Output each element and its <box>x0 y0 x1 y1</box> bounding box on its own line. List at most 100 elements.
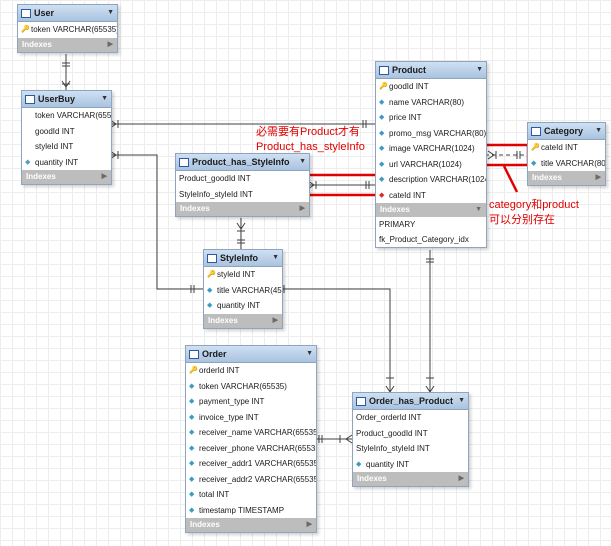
column-row: ◆ payment_type INT <box>186 394 316 410</box>
collapse-caret-icon[interactable]: ▼ <box>595 123 602 139</box>
diamond-icon: ◆ <box>379 145 385 152</box>
column-row: ◆ promo_msg VARCHAR(80) <box>376 126 486 142</box>
indexes-bar[interactable]: Indexes ▶ <box>353 472 468 486</box>
expand-arrow-icon: ▶ <box>272 316 278 324</box>
column-row: 🔑 styleId INT <box>204 267 282 283</box>
column-row: ◆ title VARCHAR(45) <box>204 283 282 299</box>
diamond-icon: ◆ <box>189 413 195 421</box>
expand-arrow-icon: ▶ <box>595 174 601 181</box>
expand-arrow-icon: ▶ <box>299 205 305 212</box>
column-row: ◆ timestamp TIMESTAMP <box>186 503 316 519</box>
table-title: Product_has_StyleInfo <box>192 157 290 167</box>
column-row: Product_goodId INT <box>179 174 251 183</box>
diamond-icon: ◆ <box>189 429 195 436</box>
column-row: StyleInfo_styleId INT <box>179 189 253 199</box>
annotation-product-has-styleinfo: 必需要有Product才有 Product_has_styleInfo <box>256 126 365 153</box>
column-row: ◆ description VARCHAR(1024) <box>376 172 486 188</box>
table-title: User <box>34 8 55 18</box>
table-icon <box>189 350 199 359</box>
indexes-bar[interactable]: Indexes ▶ <box>528 171 605 185</box>
column-row: StyleInfo_styleId INT <box>356 444 430 453</box>
diamond-icon: ◆ <box>379 129 385 137</box>
column-row: Product_goodId INT <box>356 428 428 438</box>
diamond-icon: ◆ <box>379 176 385 183</box>
diamond-icon: ◆ <box>207 286 213 294</box>
column-row: 🔑 cateId INT <box>528 140 605 156</box>
diamond-icon: ◆ <box>379 114 385 121</box>
table-order[interactable]: Order ▼ 🔑 orderId INT ◆ token VARCHAR(65535… <box>185 345 317 533</box>
table-title: UserBuy <box>38 94 76 104</box>
expand-arrow-icon: ▶ <box>306 521 312 528</box>
table-styleinfo[interactable]: StyleInfo ▼ 🔑 styleId INT ◆ title VARCHAR(4… <box>203 249 283 329</box>
indexes-bar[interactable]: Indexes ▶ <box>22 170 111 184</box>
diamond-icon: ◆ <box>207 302 213 309</box>
column-row: ◆ image VARCHAR(1024) <box>376 141 486 157</box>
column-row: ◆ quantity INT <box>22 155 111 171</box>
column-row: goodId INT <box>35 126 75 136</box>
index-row: fk_Product_Category_idx <box>379 235 469 244</box>
column-row: 🔑 token VARCHAR(65535) <box>18 22 117 38</box>
table-title: Category <box>544 126 584 136</box>
collapse-caret-icon[interactable]: ▼ <box>306 346 313 362</box>
diamond-icon: ◆ <box>356 460 362 468</box>
column-row: ◆ total INT <box>186 487 316 503</box>
diamond-icon: ◆ <box>379 98 385 106</box>
column-row: ◆ invoice_type INT <box>186 410 316 426</box>
table-userbuy[interactable]: UserBuy ▼ token VARCHAR(65535) goodId INT… <box>21 90 112 185</box>
diamond-icon: ◆ <box>25 158 31 166</box>
column-row: ◆ receiver_phone VARCHAR(65535) <box>186 441 316 457</box>
column-row: 🔑 orderId INT <box>186 363 316 379</box>
table-category[interactable]: Category ▼ 🔑 cateId INT ◆ title VARCHAR(80)… <box>527 122 606 186</box>
key-icon: 🔑 <box>207 271 216 278</box>
key-icon: 🔑 <box>21 26 30 33</box>
table-title: Order_has_Product <box>369 396 454 406</box>
collapse-caret-icon[interactable]: ▼ <box>299 154 306 170</box>
table-title: Order <box>202 349 227 359</box>
table-product[interactable]: Product ▼ 🔑 goodId INT ◆ name VARCHAR(80) ◆… <box>375 61 487 248</box>
fk-icon: ◆ <box>379 191 385 199</box>
table-title: StyleInfo <box>220 253 259 263</box>
collapse-caret-icon[interactable]: ▼ <box>107 5 114 21</box>
collapse-arrow-icon: ▼ <box>475 206 482 213</box>
indexes-bar[interactable]: Indexes ▶ <box>176 202 309 216</box>
table-icon <box>356 397 366 406</box>
collapse-caret-icon[interactable]: ▼ <box>101 91 108 107</box>
column-row: ◆ name VARCHAR(80) <box>376 95 486 111</box>
key-icon: 🔑 <box>189 367 198 374</box>
column-row: ◆ receiver_addr1 VARCHAR(65535) <box>186 456 316 472</box>
collapse-caret-icon[interactable]: ▼ <box>476 62 483 78</box>
column-row: Order_orderId INT <box>356 413 422 422</box>
collapse-caret-icon[interactable]: ▼ <box>272 250 279 266</box>
expand-arrow-icon: ▶ <box>458 475 464 482</box>
diamond-icon: ◆ <box>189 491 195 498</box>
table-order-has-product[interactable]: Order_has_Product ▼ Order_orderId INT Pro… <box>352 392 469 487</box>
diamond-icon: ◆ <box>379 160 385 168</box>
diamond-icon: ◆ <box>189 444 195 452</box>
expand-arrow-icon: ▶ <box>101 173 107 180</box>
table-product-has-styleinfo[interactable]: Product_has_StyleInfo ▼ Product_goodId IN… <box>175 153 310 217</box>
table-title: Product <box>392 65 427 75</box>
table-icon <box>531 127 541 136</box>
collapse-caret-icon[interactable]: ▼ <box>458 393 465 409</box>
column-row: ◆ token VARCHAR(65535) <box>186 379 316 395</box>
annotation-category-product: category和product 可以分别存在 <box>489 199 579 226</box>
indexes-bar[interactable]: Indexes ▼ <box>376 203 486 217</box>
diamond-icon: ◆ <box>189 506 195 514</box>
indexes-bar[interactable]: Indexes ▶ <box>18 37 117 52</box>
column-row: token VARCHAR(65535) <box>35 111 111 120</box>
column-row: ◆ title VARCHAR(80) <box>528 156 605 172</box>
key-icon: 🔑 <box>531 144 540 151</box>
table-icon <box>25 95 35 104</box>
column-row: ◆ price INT <box>376 110 486 126</box>
index-row: PRIMARY <box>379 220 416 229</box>
column-row: ◆ cateId INT <box>376 188 486 204</box>
indexes-bar[interactable]: Indexes ▶ <box>186 518 316 532</box>
indexes-bar[interactable]: Indexes ▶ <box>204 313 282 328</box>
table-user[interactable]: User ▼ 🔑 token VARCHAR(65535) Indexes ▶ <box>17 4 118 53</box>
table-icon <box>379 66 389 75</box>
table-icon <box>21 9 31 18</box>
diamond-icon: ◆ <box>189 398 195 405</box>
diamond-icon: ◆ <box>189 475 195 483</box>
table-icon <box>179 158 189 167</box>
expand-arrow-icon: ▶ <box>107 40 113 48</box>
